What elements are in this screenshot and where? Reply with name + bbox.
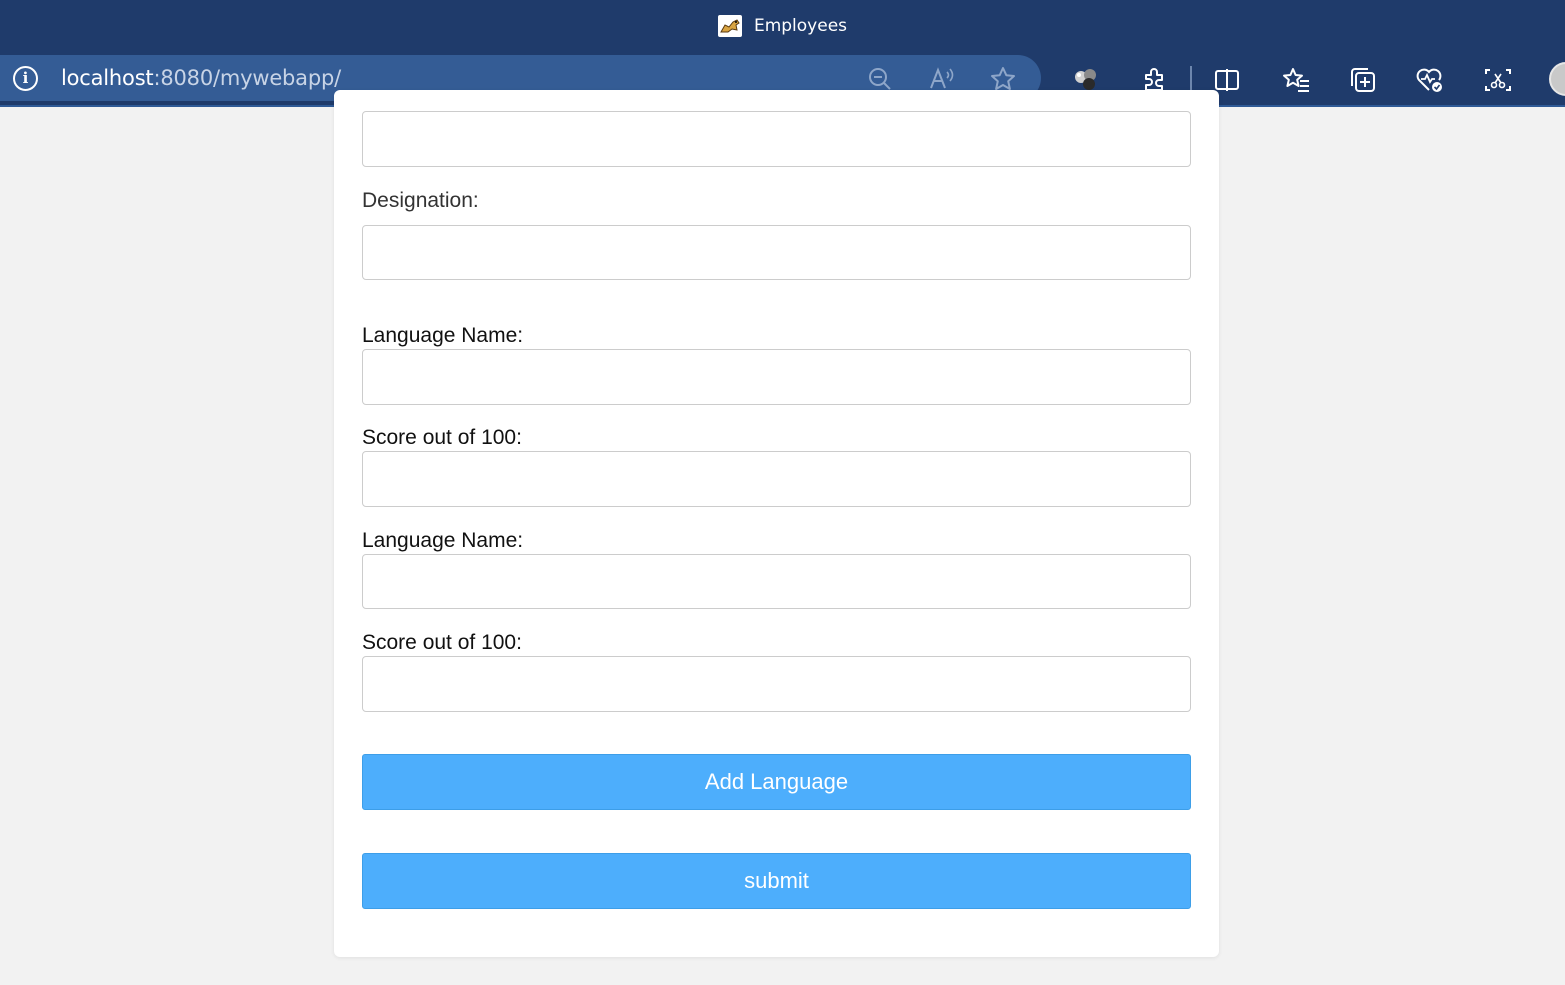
language-name-input[interactable] <box>362 554 1191 609</box>
favorites-list-icon[interactable] <box>1281 65 1311 95</box>
previous-field-input[interactable] <box>362 111 1191 167</box>
info-icon[interactable]: i <box>13 66 38 91</box>
add-language-button[interactable]: Add Language <box>362 754 1191 810</box>
collections-icon[interactable] <box>1348 65 1378 95</box>
form-card <box>334 90 1219 957</box>
tomcat-favicon-icon <box>717 15 742 37</box>
score-label: Score out of 100: <box>362 631 522 654</box>
toolbar-separator <box>1190 66 1192 92</box>
score-input[interactable] <box>362 656 1191 712</box>
favorite-star-icon[interactable] <box>989 65 1017 93</box>
language-name-input[interactable] <box>362 349 1191 405</box>
zoom-out-icon[interactable] <box>866 65 894 93</box>
url-host: localhost <box>61 66 154 90</box>
submit-button[interactable]: submit <box>362 853 1191 909</box>
profile-avatar[interactable] <box>1549 62 1565 96</box>
browser-tab[interactable]: Employees <box>0 0 1565 52</box>
screenshot-icon[interactable] <box>1483 65 1513 95</box>
language-name-label: Language Name: <box>362 324 524 347</box>
score-input[interactable] <box>362 451 1191 507</box>
url-text[interactable]: localhost:8080/mywebapp/ <box>61 66 341 90</box>
language-name-label: Language Name: <box>362 529 524 552</box>
designation-input[interactable] <box>362 225 1191 280</box>
tab-title-text: Employees <box>753 16 848 36</box>
read-aloud-icon[interactable] <box>928 65 956 93</box>
browser-health-icon[interactable] <box>1415 65 1445 95</box>
designation-label: Designation: <box>362 189 479 212</box>
score-label: Score out of 100: <box>362 426 522 449</box>
url-path: :8080/mywebapp/ <box>153 66 341 90</box>
